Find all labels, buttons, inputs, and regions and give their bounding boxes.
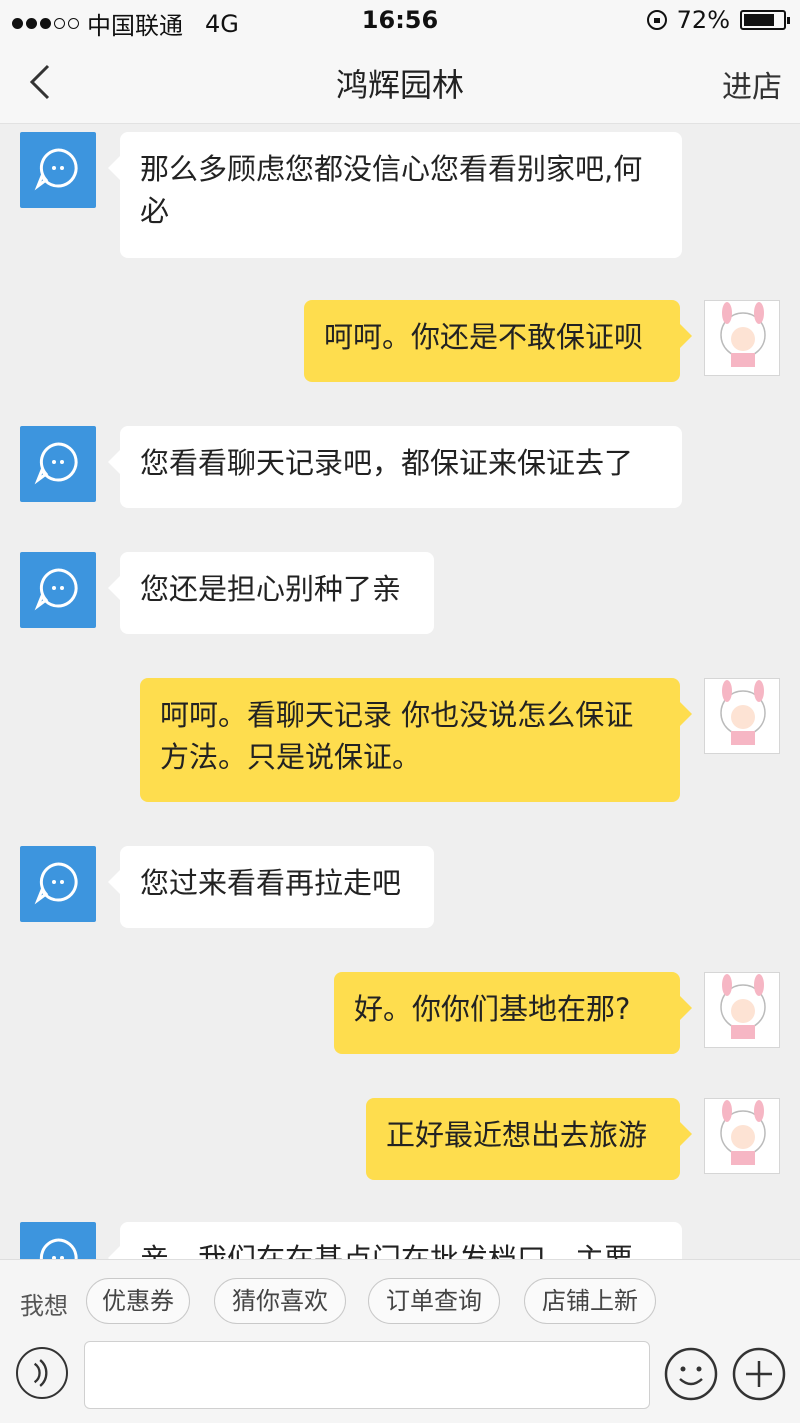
message-bubble-outgoing[interactable]: 好。你你们基地在那? [334,972,692,1054]
page-title: 鸿辉园林 [335,66,464,104]
chat-bubble-logo-icon [34,568,78,611]
add-attachment-icon[interactable] [732,1347,786,1401]
shop-avatar[interactable] [20,426,96,502]
chip-order-lookup[interactable]: 订单查询 [368,1278,500,1324]
user-avatar[interactable] [704,972,780,1048]
quick-action-label: 我想 [20,1292,68,1320]
voice-input-icon[interactable] [16,1347,68,1399]
message-bubble-outgoing[interactable]: 呵呵。看聊天记录 你也没说怎么保证方法。只是说保证。 [140,678,692,802]
message-bubble-incoming[interactable]: 您还是担心别种了亲 [108,552,434,634]
cartoon-avatar-icon [720,1100,766,1165]
message-input-bar [0,1341,800,1423]
chip-guess-you-like[interactable]: 猜你喜欢 [214,1278,346,1324]
cartoon-avatar-icon [720,302,766,367]
chat-bubble-logo-icon [34,148,78,191]
user-avatar[interactable] [704,678,780,754]
chat-bubble-logo-icon [39,1238,78,1259]
message-bubble-outgoing[interactable]: 呵呵。你还是不敢保证呗 [304,300,692,382]
message-bubble-incoming[interactable]: 您过来看看再拉走吧 [108,846,434,928]
message-input[interactable] [84,1341,650,1409]
cartoon-avatar-icon [720,680,766,745]
battery-percent: 72% [676,6,730,34]
message-bubble-incoming[interactable]: 那么多顾虑您都没信心您看看别家吧,何必 [108,132,682,258]
cartoon-avatar-icon [720,974,766,1039]
rotation-lock-icon [646,10,667,30]
chat-message-list[interactable]: 那么多顾虑您都没信心您看看别家吧,何必 呵呵。你还是不敢保证呗 您看看聊天记录吧… [0,124,800,1259]
message-bubble-incoming[interactable]: 您看看聊天记录吧，都保证来保证去了 [108,426,682,508]
message-bubble-outgoing[interactable]: 正好最近想出去旅游 [366,1098,692,1180]
message-bubble-incoming[interactable]: 亲，我们在在基点门在批发档口，主要 [108,1222,682,1259]
navigation-bar: 鸿辉园林 进店 [0,40,800,124]
chat-bubble-logo-icon [34,442,78,485]
user-avatar[interactable] [704,1098,780,1174]
shop-avatar[interactable] [20,1222,96,1259]
status-right: 72% [646,6,790,34]
shop-avatar[interactable] [20,846,96,922]
enter-shop-button[interactable]: 进店 [722,62,782,106]
shop-avatar[interactable] [20,132,96,208]
battery-icon [740,10,790,30]
quick-action-bar: 我想 优惠券 猜你喜欢 订单查询 店铺上新 [0,1259,800,1341]
chip-coupons[interactable]: 优惠券 [86,1278,190,1324]
user-avatar[interactable] [704,300,780,376]
chat-bubble-logo-icon [34,862,78,905]
shop-avatar[interactable] [20,552,96,628]
emoji-icon[interactable] [664,1347,718,1401]
chip-store-new-arrivals[interactable]: 店铺上新 [524,1278,656,1324]
status-bar: 中国联通 4G 16:56 72% [0,0,800,40]
